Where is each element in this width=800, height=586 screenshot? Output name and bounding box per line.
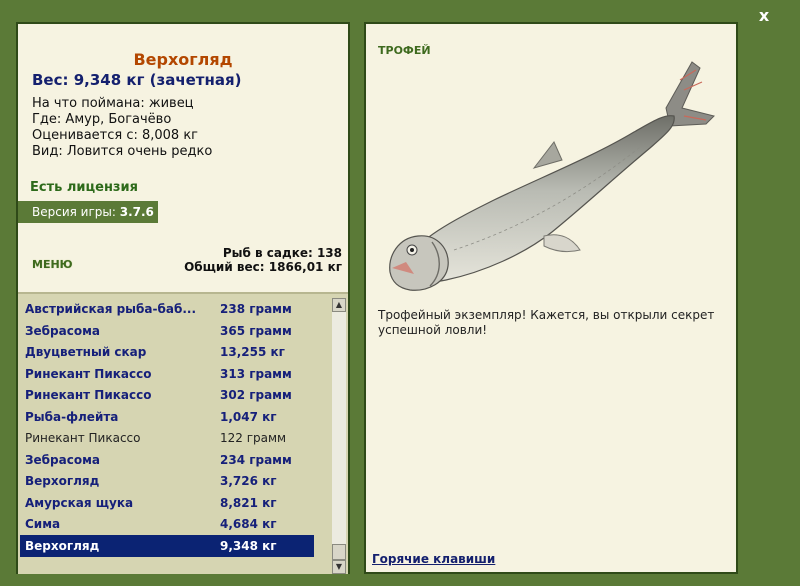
catch-fish-weight: 122 грамм bbox=[220, 431, 287, 445]
close-button[interactable]: x bbox=[754, 6, 774, 26]
catch-fish-weight: 238 грамм bbox=[220, 302, 292, 316]
catch-fish-name: Верхогляд bbox=[25, 538, 100, 553]
trophy-panel: ТРОФЕЙ Трофейный экземпляр! Кажется, вы … bbox=[364, 22, 738, 574]
fish-name: Верхогляд bbox=[133, 50, 233, 69]
catch-fish-name: Сима bbox=[25, 517, 61, 531]
total-weight: Общий вес: 1866,01 кг bbox=[184, 260, 342, 274]
catch-stats: Рыб в садке: 138 Общий вес: 1866,01 кг bbox=[184, 246, 342, 274]
location-info: Где: Амур, Богачёво bbox=[32, 112, 172, 127]
hotkeys-link[interactable]: Горячие клавиши bbox=[372, 552, 495, 566]
catch-fish-weight: 365 грамм bbox=[220, 323, 292, 338]
trophy-message: Трофейный экземпляр! Кажется, вы открыли… bbox=[378, 308, 715, 337]
bait-info: На что поймана: живец bbox=[32, 96, 194, 111]
catch-list-row[interactable]: Верхогляд 9,348 кг bbox=[20, 534, 314, 557]
fish-weight: Вес: 9,348 кг (зачетная) bbox=[32, 71, 242, 89]
fish-info-panel: Верхогляд Вес: 9,348 кг (зачетная) На чт… bbox=[16, 22, 350, 574]
catch-list-row[interactable]: Амурская щука 8,821 кг bbox=[20, 492, 314, 514]
fish-count: Рыб в садке: 138 bbox=[222, 246, 342, 260]
catch-list-row[interactable]: Рыба-флейта 1,047 кг bbox=[20, 406, 314, 428]
catch-fish-weight: 313 грамм bbox=[220, 366, 292, 381]
catch-fish-name: Ринекант Пикассо bbox=[25, 388, 152, 402]
catch-fish-name: Двуцветный скар bbox=[25, 345, 147, 359]
catch-list-row[interactable]: Ринекант Пикассо 302 грамм bbox=[20, 384, 314, 406]
catch-fish-weight: 9,348 кг bbox=[220, 538, 277, 553]
catch-fish-name: Амурская щука bbox=[25, 495, 134, 510]
catch-fish-weight: 13,255 кг bbox=[220, 345, 285, 359]
catch-list-row[interactable]: Ринекант Пикассо 122 грамм bbox=[20, 427, 314, 449]
catch-fish-weight: 3,726 кг bbox=[220, 474, 277, 488]
catch-list-row[interactable]: Ринекант Пикассо 313 грамм bbox=[20, 363, 314, 385]
scroll-down-icon[interactable]: ▼ bbox=[332, 560, 346, 574]
value-info: Оценивается с: 8,008 кг bbox=[32, 128, 199, 143]
catch-fish-weight: 1,047 кг bbox=[220, 409, 277, 424]
catch-list-scrollbar[interactable]: ▲ ▼ bbox=[332, 298, 346, 574]
license-status: Есть лицензия bbox=[30, 180, 138, 195]
version-label: Версия игры: bbox=[32, 205, 116, 219]
catch-fish-weight: 4,684 кг bbox=[220, 517, 277, 531]
catch-list-row[interactable]: Двуцветный скар 13,255 кг bbox=[20, 341, 314, 363]
catch-list[interactable]: Австрийская рыба-баб... 238 грамм Зебрасом… bbox=[18, 292, 348, 574]
catch-fish-name: Рыба-флейта bbox=[25, 409, 119, 424]
catch-fish-name: Австрийская рыба-баб... bbox=[25, 302, 195, 316]
catch-fish-weight: 234 грамм bbox=[220, 452, 292, 467]
scroll-up-icon[interactable]: ▲ bbox=[332, 298, 346, 312]
scroll-thumb[interactable] bbox=[332, 544, 346, 560]
catch-list-row[interactable]: Зебрасома 365 грамм bbox=[20, 320, 314, 342]
catch-fish-name: Ринекант Пикассо bbox=[25, 431, 141, 445]
catch-list-row[interactable]: Австрийская рыба-баб... 238 грамм bbox=[20, 298, 314, 320]
catch-list-row[interactable]: Верхогляд 3,726 кг bbox=[20, 470, 314, 492]
rarity-info: Вид: Ловится очень редко bbox=[32, 144, 213, 159]
catch-fish-name: Ринекант Пикассо bbox=[25, 366, 152, 381]
menu-button[interactable]: МЕНЮ bbox=[32, 258, 73, 271]
catch-list-row[interactable]: Зебрасома 234 грамм bbox=[20, 449, 314, 471]
fish-image bbox=[389, 61, 715, 291]
version-value: 3.7.6 bbox=[119, 205, 154, 219]
catch-list-row[interactable]: Сима 4,684 кг bbox=[20, 513, 314, 535]
catch-fish-weight: 302 грамм bbox=[220, 388, 292, 402]
catch-fish-weight: 8,821 кг bbox=[220, 495, 277, 510]
catch-fish-name: Верхогляд bbox=[25, 474, 100, 488]
game-version: Версия игры: 3.7.6 bbox=[18, 201, 158, 223]
catch-fish-name: Зебрасома bbox=[25, 452, 100, 467]
trophy-title: ТРОФЕЙ bbox=[378, 44, 431, 57]
catch-fish-name: Зебрасома bbox=[25, 323, 100, 338]
